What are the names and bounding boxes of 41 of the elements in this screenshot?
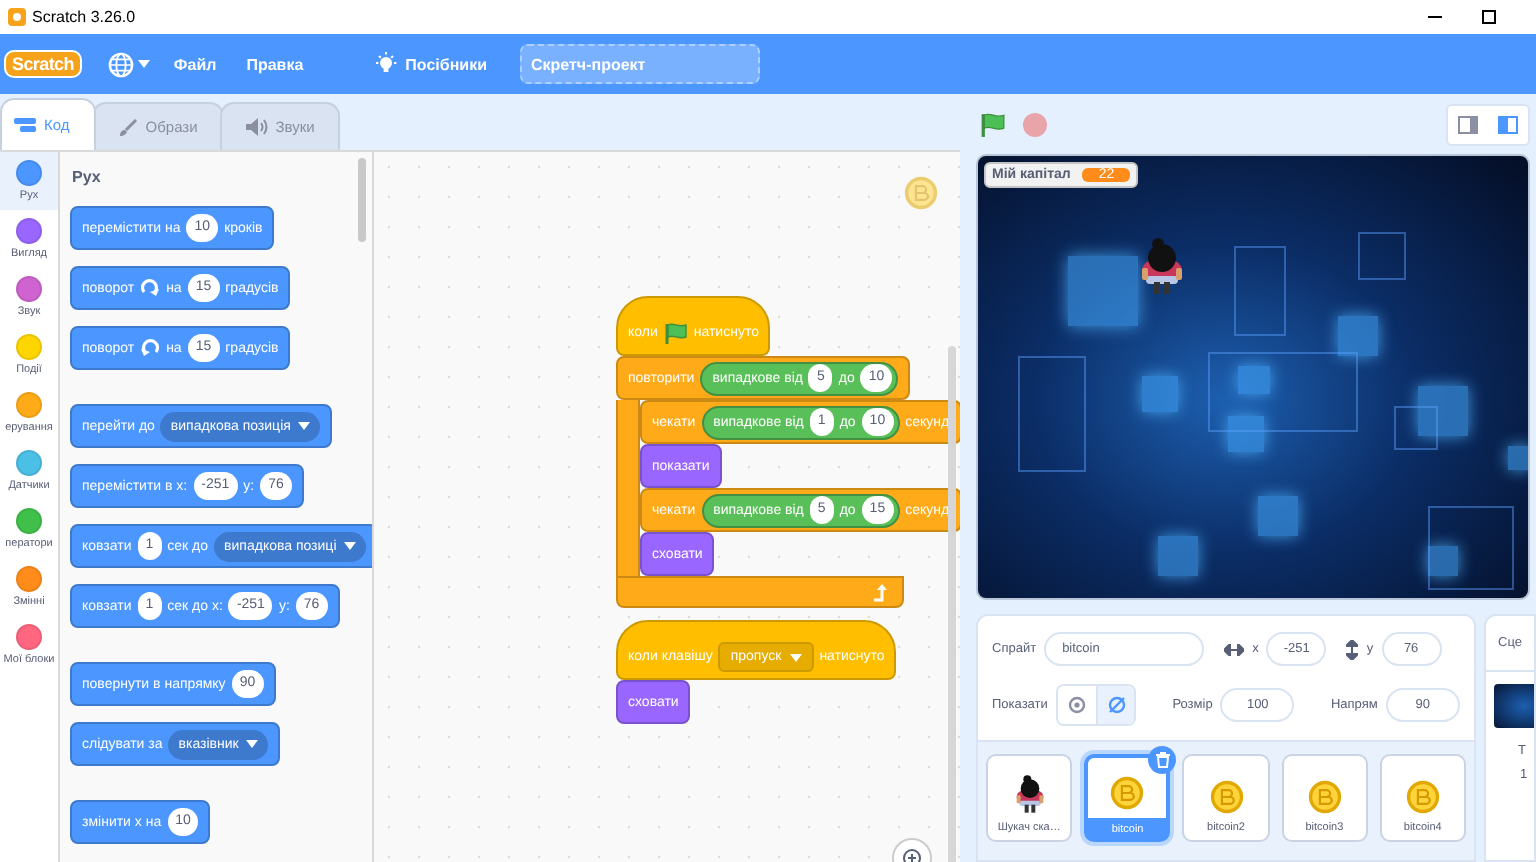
figure-drawing bbox=[1013, 774, 1046, 814]
rotate-left-icon bbox=[140, 338, 161, 358]
category-heading: Рух bbox=[72, 168, 103, 186]
caret-icon bbox=[137, 60, 150, 68]
coin-icon bbox=[904, 176, 938, 210]
trash-icon bbox=[1155, 752, 1170, 768]
brush-icon bbox=[117, 117, 138, 137]
coin-icon bbox=[1307, 780, 1342, 814]
coin-icon bbox=[1209, 780, 1244, 814]
eye-slash-icon bbox=[1107, 696, 1126, 714]
figure-drawing bbox=[1138, 236, 1186, 296]
globe-icon bbox=[107, 51, 134, 77]
flag-icon bbox=[663, 321, 688, 345]
scrollbar[interactable] bbox=[358, 158, 366, 242]
scrollbar[interactable] bbox=[948, 346, 956, 862]
small-stage-icon bbox=[1458, 115, 1478, 133]
caret-icon bbox=[298, 422, 311, 430]
window-title: Scratch 3.26.0 bbox=[32, 8, 136, 26]
minimize-icon[interactable] bbox=[1428, 10, 1442, 24]
hide-button[interactable] bbox=[1095, 686, 1135, 724]
caret-icon bbox=[344, 542, 357, 550]
caret-icon bbox=[789, 653, 802, 661]
coin-icon bbox=[1405, 780, 1440, 814]
app-icon bbox=[8, 8, 26, 26]
horizontal-arrows-icon bbox=[1224, 643, 1245, 655]
eye-icon bbox=[1067, 696, 1086, 714]
code-icon bbox=[14, 118, 36, 132]
large-stage-icon bbox=[1498, 115, 1518, 133]
loop-arrow-icon bbox=[872, 583, 890, 601]
speaker-icon bbox=[245, 118, 268, 136]
caret-icon bbox=[246, 740, 259, 748]
coin-icon bbox=[1110, 776, 1145, 810]
zoom-in-icon bbox=[902, 848, 922, 862]
maximize-icon[interactable] bbox=[1482, 10, 1496, 24]
delete-button[interactable] bbox=[1148, 746, 1177, 774]
lightbulb-icon bbox=[373, 52, 398, 76]
stop-button[interactable] bbox=[1022, 111, 1048, 137]
vertical-arrows-icon bbox=[1346, 639, 1359, 659]
flag-button[interactable] bbox=[980, 111, 1006, 137]
rotate-right-icon bbox=[140, 278, 161, 298]
language-menu[interactable] bbox=[107, 51, 150, 77]
